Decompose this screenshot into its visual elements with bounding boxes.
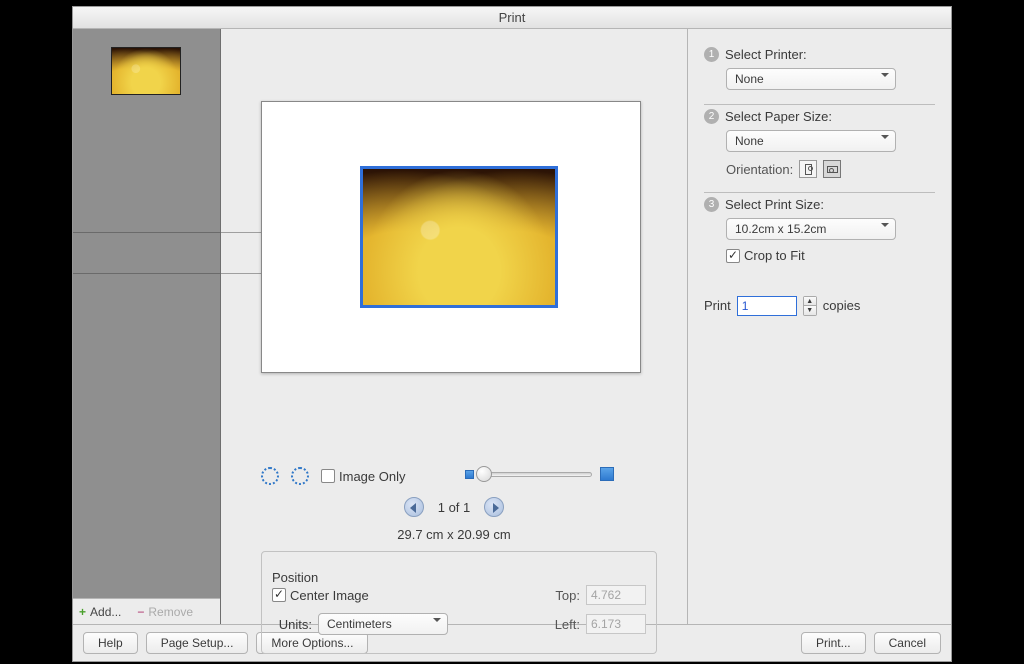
image-only-label: Image Only	[339, 469, 405, 484]
step-3-badge: 3	[704, 197, 719, 212]
preview-pane: Image Only 1 of 1 29.7 cm x 20.99 cm Pos…	[221, 29, 688, 624]
copies-suffix: copies	[823, 298, 861, 313]
step-2-label: Select Paper Size:	[725, 109, 832, 124]
crop-to-fit-checkbox[interactable]: Crop to Fit	[726, 248, 805, 263]
remove-icon: −	[137, 605, 144, 619]
window-title: Print	[73, 7, 951, 29]
help-button[interactable]: Help	[83, 632, 138, 654]
rotate-ccw-icon[interactable]	[261, 467, 279, 485]
print-size-combo[interactable]: 10.2cm x 15.2cm	[726, 218, 896, 240]
zoom-max-icon	[600, 467, 614, 481]
copies-input[interactable]	[737, 296, 797, 316]
spinner-up-icon[interactable]: ▲	[804, 297, 816, 306]
sidebar: + Add... − Remove	[73, 29, 221, 624]
left-label: Left:	[540, 617, 580, 632]
rotate-cw-icon[interactable]	[291, 467, 309, 485]
position-legend: Position	[272, 570, 318, 585]
zoom-knob[interactable]	[476, 466, 492, 482]
crop-to-fit-label: Crop to Fit	[744, 248, 805, 263]
prev-page-button[interactable]	[404, 497, 424, 517]
printer-combo[interactable]: None	[726, 68, 896, 90]
print-dialog: Print + Add... − Remove	[72, 6, 952, 662]
position-group: Position Center Image Top: Units:	[261, 551, 657, 654]
settings-pane: 1 Select Printer: None 2 Select Paper Si…	[688, 29, 951, 624]
image-preview[interactable]	[360, 166, 558, 308]
step-2-badge: 2	[704, 109, 719, 124]
page-indicator: 1 of 1	[438, 500, 471, 515]
zoom-slider[interactable]	[482, 472, 592, 477]
add-icon: +	[79, 605, 86, 619]
thumbnail-item[interactable]	[111, 47, 181, 95]
step-paper: 2 Select Paper Size: None Orientation:	[704, 109, 935, 193]
orientation-portrait-button[interactable]	[799, 160, 817, 178]
spinner-down-icon[interactable]: ▼	[804, 306, 816, 315]
paper-size-combo[interactable]: None	[726, 130, 896, 152]
units-label: Units:	[272, 617, 312, 632]
step-1-label: Select Printer:	[725, 47, 807, 62]
image-only-checkbox[interactable]: Image Only	[321, 469, 405, 484]
paper-dimensions: 29.7 cm x 20.99 cm	[221, 527, 687, 542]
units-combo[interactable]: Centimeters	[318, 613, 448, 635]
print-button[interactable]: Print...	[801, 632, 866, 654]
remove-button: Remove	[148, 605, 193, 619]
step-1-badge: 1	[704, 47, 719, 62]
cancel-button[interactable]: Cancel	[874, 632, 941, 654]
add-button[interactable]: Add...	[90, 605, 121, 619]
top-input	[586, 585, 646, 605]
paper-preview[interactable]	[261, 101, 641, 373]
top-label: Top:	[540, 588, 580, 603]
copies-prefix: Print	[704, 298, 731, 313]
orientation-landscape-button[interactable]	[823, 160, 841, 178]
center-image-label: Center Image	[290, 588, 369, 603]
next-page-button[interactable]	[484, 497, 504, 517]
copies-spinner[interactable]: ▲ ▼	[803, 296, 817, 316]
step-3-label: Select Print Size:	[725, 197, 824, 212]
center-image-checkbox[interactable]: Center Image	[272, 588, 369, 603]
thumbnail-image	[112, 48, 180, 94]
step-print-size: 3 Select Print Size: 10.2cm x 15.2cm Cro…	[704, 197, 935, 330]
page-setup-button[interactable]: Page Setup...	[146, 632, 249, 654]
orientation-label: Orientation:	[726, 162, 793, 177]
zoom-min-icon	[465, 470, 474, 479]
step-printer: 1 Select Printer: None	[704, 47, 935, 105]
left-input	[586, 614, 646, 634]
